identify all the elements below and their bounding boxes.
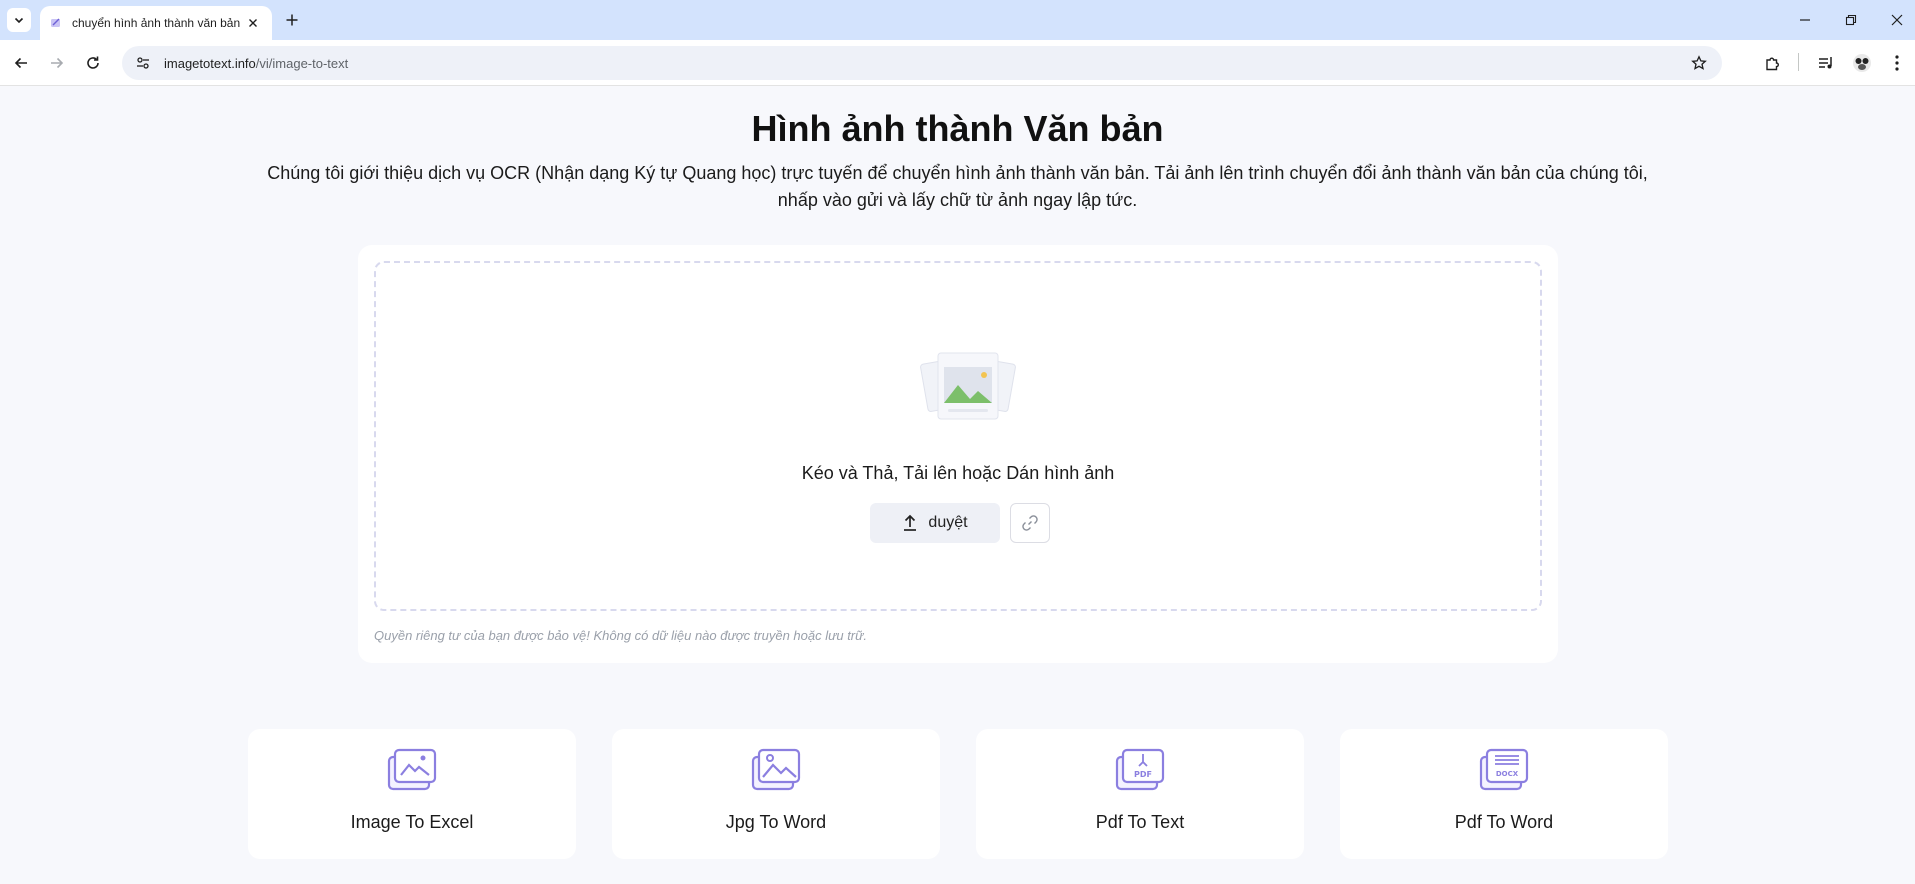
- back-button[interactable]: [8, 50, 34, 76]
- tab-search-button[interactable]: [7, 8, 31, 32]
- close-icon: [1891, 14, 1903, 26]
- plus-icon: [286, 14, 298, 26]
- playlist-icon: [1819, 57, 1832, 69]
- tool-card-pdf-to-text[interactable]: PDF Pdf To Text: [976, 729, 1304, 859]
- bookmark-star-icon[interactable]: [1688, 52, 1710, 74]
- upload-icon: [904, 514, 917, 531]
- reload-button[interactable]: [80, 50, 106, 76]
- dropzone-prompt: Kéo và Thả, Tải lên hoặc Dán hình ảnh: [801, 463, 1115, 483]
- tool-card-jpg-to-word[interactable]: Jpg To Word: [612, 729, 940, 859]
- pdf-icon: PDF: [1115, 748, 1165, 791]
- browser-tab-bar: chuyển hình ảnh thành văn bản: [0, 0, 1915, 40]
- browser-menu-button[interactable]: [1884, 50, 1910, 76]
- tool-label: Pdf To Word: [1454, 812, 1554, 832]
- tool-label: Jpg To Word: [725, 812, 827, 832]
- url-path: /vi/image-to-text: [255, 55, 349, 71]
- puzzle-icon: [1766, 57, 1779, 71]
- address-bar[interactable]: imagetotext.info/vi/image-to-text: [122, 46, 1722, 80]
- page-title: Hình ảnh thành Văn bản: [751, 108, 1164, 149]
- tool-label: Pdf To Text: [1095, 812, 1185, 832]
- tool-card-image-to-excel[interactable]: Image To Excel: [248, 729, 576, 859]
- browser-toolbar: imagetotext.info/vi/image-to-text: [0, 40, 1915, 86]
- page-description: Chúng tôi giới thiệu dịch vụ OCR (Nhận d…: [267, 163, 1648, 210]
- upload-card: Kéo và Thả, Tải lên hoặc Dán hình ảnh du…: [358, 245, 1558, 663]
- chevron-down-icon: [14, 17, 24, 24]
- arrow-right-icon: [51, 57, 64, 69]
- avatar-icon: [1853, 54, 1871, 72]
- toolbar-divider: [1798, 53, 1799, 71]
- paste-url-button[interactable]: [1010, 503, 1050, 543]
- new-tab-button[interactable]: [281, 9, 303, 31]
- extensions-button[interactable]: [1760, 50, 1786, 76]
- tab-title: chuyển hình ảnh thành văn bản: [72, 16, 241, 30]
- url-text: imagetotext.info/vi/image-to-text: [164, 56, 348, 71]
- link-icon: [1022, 515, 1038, 531]
- close-tab-icon[interactable]: [244, 14, 262, 32]
- minimize-window-button[interactable]: [1790, 8, 1820, 32]
- media-controls-button[interactable]: [1813, 50, 1839, 76]
- more-vertical-icon: [1895, 55, 1899, 71]
- browse-button-label: duyệt: [928, 514, 968, 531]
- restore-window-button[interactable]: [1836, 8, 1866, 32]
- active-tab[interactable]: chuyển hình ảnh thành văn bản: [40, 6, 272, 40]
- url-host: imagetotext.info: [164, 55, 256, 71]
- image-excel-icon: [387, 748, 437, 791]
- image-upload-illustration-icon: [920, 352, 1016, 420]
- svg-text:PDF: PDF: [1134, 770, 1152, 779]
- close-window-button[interactable]: [1882, 8, 1912, 32]
- jpg-word-icon: [751, 748, 801, 791]
- site-favicon-icon: [50, 17, 62, 29]
- tool-card-pdf-to-word[interactable]: DOCX Pdf To Word: [1340, 729, 1668, 859]
- profile-avatar[interactable]: [1849, 50, 1875, 76]
- privacy-note: Quyền riêng tư của bạn được bảo vệ! Khôn…: [374, 628, 867, 643]
- browse-button[interactable]: duyệt: [870, 503, 1000, 543]
- docx-icon: DOCX: [1479, 748, 1529, 791]
- arrow-left-icon: [14, 57, 27, 69]
- minimize-icon: [1800, 19, 1810, 21]
- image-dropzone[interactable]: Kéo và Thả, Tải lên hoặc Dán hình ảnh du…: [374, 261, 1542, 611]
- tool-label: Image To Excel: [350, 812, 474, 832]
- reload-icon: [87, 56, 99, 69]
- svg-text:DOCX: DOCX: [1496, 770, 1519, 778]
- restore-icon: [1845, 14, 1857, 26]
- forward-button[interactable]: [44, 50, 70, 76]
- site-info-icon[interactable]: [132, 52, 154, 74]
